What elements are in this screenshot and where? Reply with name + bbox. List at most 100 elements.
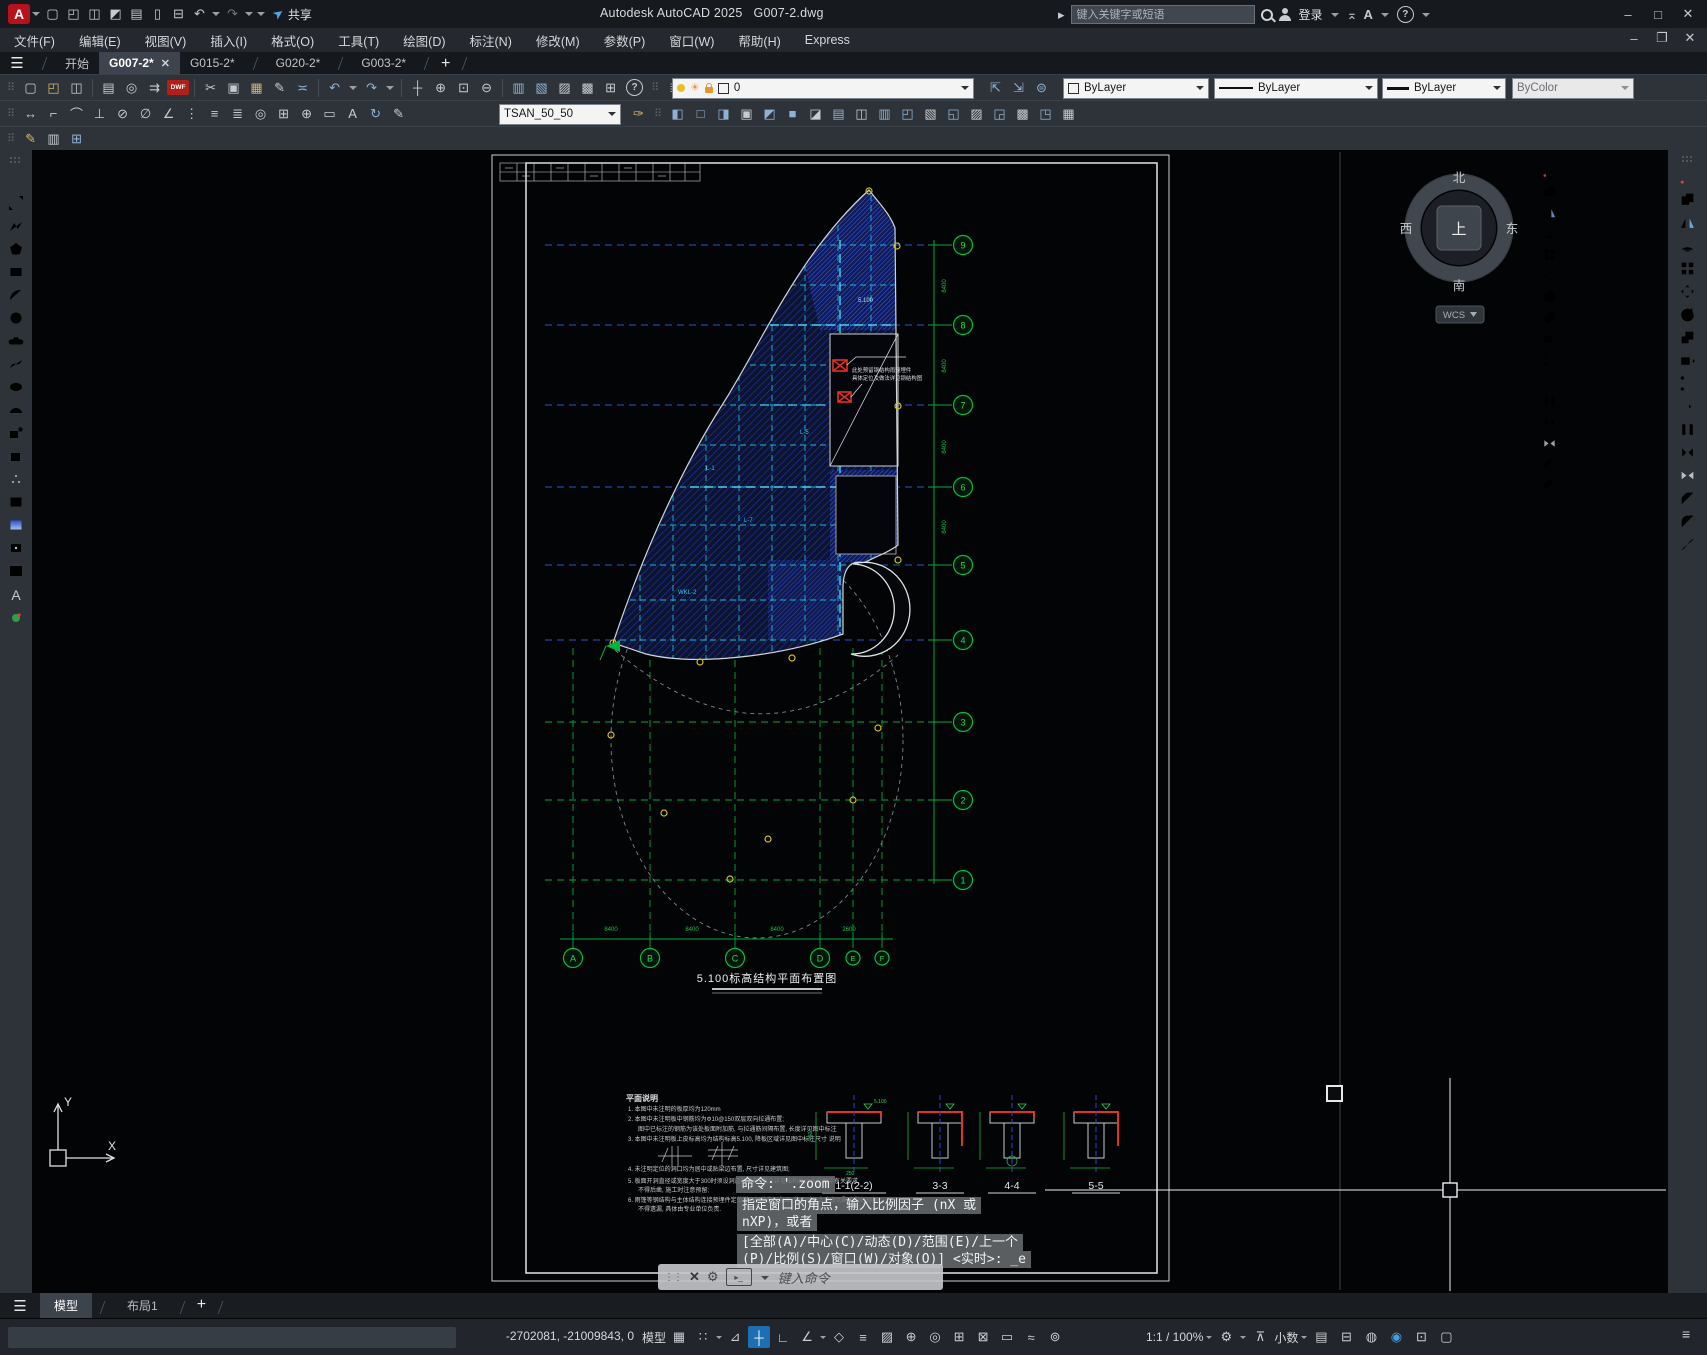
command-customize-icon[interactable]: ⚙ bbox=[707, 1269, 719, 1285]
workspace-chevron-icon[interactable] bbox=[1240, 1336, 1246, 1342]
offset-icon[interactable] bbox=[1544, 235, 1554, 239]
viewcube[interactable]: 上 北 南 西 东 bbox=[1400, 171, 1519, 293]
stretch-icon[interactable] bbox=[1544, 336, 1556, 343]
fillet-icon[interactable] bbox=[1682, 516, 1694, 528]
menu-draw[interactable]: 绘图(D) bbox=[403, 31, 445, 50]
wcs-button[interactable]: WCS bbox=[1436, 306, 1484, 323]
dim-center-mark-icon[interactable]: ◎ bbox=[250, 103, 271, 124]
dim-angular-icon[interactable]: ∠ bbox=[158, 103, 179, 124]
signin-chevron-icon[interactable] bbox=[1331, 13, 1339, 21]
user-icon[interactable] bbox=[1279, 8, 1291, 21]
layer-on-icon[interactable] bbox=[677, 84, 685, 92]
new-icon[interactable]: ▢ bbox=[20, 77, 41, 98]
solid-tool-icon-17[interactable]: ◳ bbox=[1035, 103, 1056, 124]
text-tool-icon[interactable]: A bbox=[11, 587, 21, 603]
app-store-cart-icon[interactable]: ⌅ bbox=[1347, 7, 1358, 23]
redo-chevron-icon[interactable] bbox=[245, 12, 253, 20]
group-icon[interactable]: ▥ bbox=[43, 128, 64, 149]
close-button[interactable]: ✕ bbox=[1673, 4, 1703, 24]
trim-icon[interactable] bbox=[1681, 376, 1693, 390]
lineweight-combo-chevron-icon[interactable] bbox=[1493, 86, 1501, 94]
toolbar-grip[interactable]: ⠿ bbox=[7, 81, 15, 94]
break-at-point-icon[interactable] bbox=[1682, 448, 1693, 457]
lineweight-toggle-icon[interactable]: ⊕ bbox=[900, 1326, 922, 1348]
menu-format[interactable]: 格式(O) bbox=[271, 31, 314, 50]
dim-arc-length-icon[interactable]: ⌒ bbox=[66, 103, 87, 124]
grid-toggle-icon[interactable]: ▦ bbox=[668, 1326, 690, 1348]
autocad-logo-icon[interactable]: A bbox=[8, 4, 30, 24]
tab-close-icon[interactable]: ✕ bbox=[161, 57, 170, 70]
zoom-window-icon[interactable]: ⊡ bbox=[453, 77, 474, 98]
hatch-icon[interactable] bbox=[11, 498, 22, 507]
properties-palette-icon[interactable]: ▥ bbox=[508, 77, 529, 98]
zoom-realtime-icon[interactable]: ⊕ bbox=[430, 77, 451, 98]
fillet-icon[interactable] bbox=[1544, 480, 1554, 490]
revision-cloud-icon[interactable] bbox=[9, 337, 24, 345]
menu-parametric[interactable]: 参数(P) bbox=[604, 31, 646, 50]
command-bar-grip[interactable]: ⋮⋮ bbox=[664, 1272, 682, 1283]
dim-linear-icon[interactable]: ↔ bbox=[20, 103, 41, 124]
a-chevron-icon[interactable] bbox=[1381, 13, 1389, 21]
break-icon[interactable] bbox=[1682, 424, 1693, 435]
grip-marker[interactable] bbox=[1327, 1086, 1342, 1101]
dim-continue-icon[interactable]: ≣ bbox=[227, 103, 248, 124]
menu-edit[interactable]: 编辑(E) bbox=[79, 31, 121, 50]
command-input-placeholder[interactable]: 键入命令 bbox=[778, 1268, 830, 1287]
dim-radius-icon[interactable]: ⊘ bbox=[112, 103, 133, 124]
tab-g020[interactable]: G020-2* bbox=[266, 52, 331, 74]
layer-unlock-icon[interactable] bbox=[705, 87, 713, 93]
erase-icon[interactable] bbox=[1681, 171, 1693, 183]
search-input[interactable] bbox=[1071, 5, 1255, 24]
tab-g007[interactable]: G007-2*✕ bbox=[99, 52, 180, 74]
menu-express[interactable]: Express bbox=[805, 33, 850, 47]
polyline-icon[interactable] bbox=[10, 222, 22, 231]
annotation-scale[interactable]: 1:1 / 100% bbox=[1146, 1330, 1203, 1344]
match-properties-icon[interactable]: ≍ bbox=[292, 77, 313, 98]
layer-states-icon[interactable]: ⊜ bbox=[1031, 77, 1052, 98]
solid-tool-icon-10[interactable]: ▥ bbox=[874, 103, 895, 124]
layers-palette-icon[interactable]: ▧ bbox=[531, 77, 552, 98]
menu-view[interactable]: 视图(V) bbox=[145, 31, 187, 50]
minimize-button[interactable]: – bbox=[1613, 4, 1643, 24]
selection-filter-icon[interactable]: ≈ bbox=[1020, 1326, 1042, 1348]
circle-icon[interactable] bbox=[11, 313, 22, 324]
isodraft-icon[interactable]: ◇ bbox=[828, 1326, 850, 1348]
doc-close-button[interactable]: ✕ bbox=[1679, 30, 1701, 46]
open-icon[interactable]: ◰ bbox=[43, 77, 64, 98]
dim-jogged-icon[interactable]: ⊕ bbox=[296, 103, 317, 124]
lock-ui-icon[interactable]: ⊟ bbox=[1335, 1326, 1357, 1348]
chamfer-icon[interactable] bbox=[1682, 493, 1694, 505]
plot-icon[interactable]: ▤ bbox=[98, 77, 119, 98]
osnap-3d-icon[interactable]: ⊠ bbox=[972, 1326, 994, 1348]
ellipse-arc-icon[interactable] bbox=[10, 408, 22, 413]
dim-ordinate-icon[interactable]: ⊥ bbox=[89, 103, 110, 124]
menu-help[interactable]: 帮助(H) bbox=[738, 31, 780, 50]
extend-icon[interactable] bbox=[1681, 401, 1693, 413]
region-icon[interactable] bbox=[11, 544, 21, 552]
dim-baseline-icon[interactable]: ≡ bbox=[204, 103, 225, 124]
dim-tolerance-icon[interactable]: ⊞ bbox=[273, 103, 294, 124]
solid-tool-icon-11[interactable]: ◰ bbox=[897, 103, 918, 124]
plot-icon[interactable]: ▤ bbox=[126, 3, 147, 25]
line-icon[interactable] bbox=[10, 174, 22, 186]
dim-aligned-icon[interactable]: ⌐ bbox=[43, 103, 64, 124]
join-icon[interactable] bbox=[1682, 472, 1694, 479]
scale-icon[interactable] bbox=[1682, 332, 1694, 344]
copy-icon[interactable] bbox=[1544, 186, 1554, 196]
blend-icon[interactable] bbox=[1544, 502, 1555, 511]
transparency-toggle-icon[interactable]: ◎ bbox=[924, 1326, 946, 1348]
solid-tool-icon-2[interactable]: □ bbox=[690, 103, 711, 124]
toolbar-grip[interactable]: ⠿ bbox=[654, 107, 662, 120]
menu-file[interactable]: 文件(F) bbox=[14, 31, 55, 50]
annotation-monitor-icon[interactable]: ⊼ bbox=[1249, 1326, 1271, 1348]
mirror-icon[interactable] bbox=[1681, 219, 1694, 228]
mirror-icon[interactable] bbox=[1544, 209, 1555, 217]
menu-modify[interactable]: 修改(M) bbox=[536, 31, 580, 50]
dim-diameter-icon[interactable]: ∅ bbox=[135, 103, 156, 124]
solid-tool-icon-5[interactable]: ◩ bbox=[759, 103, 780, 124]
dim-edit-icon[interactable]: ▭ bbox=[319, 103, 340, 124]
dynamic-ucs-icon[interactable]: ▭ bbox=[996, 1326, 1018, 1348]
polygon-icon[interactable] bbox=[10, 243, 22, 255]
ungroup-icon[interactable]: ⊞ bbox=[66, 128, 87, 149]
dim-update-icon[interactable]: ↻ bbox=[365, 103, 386, 124]
